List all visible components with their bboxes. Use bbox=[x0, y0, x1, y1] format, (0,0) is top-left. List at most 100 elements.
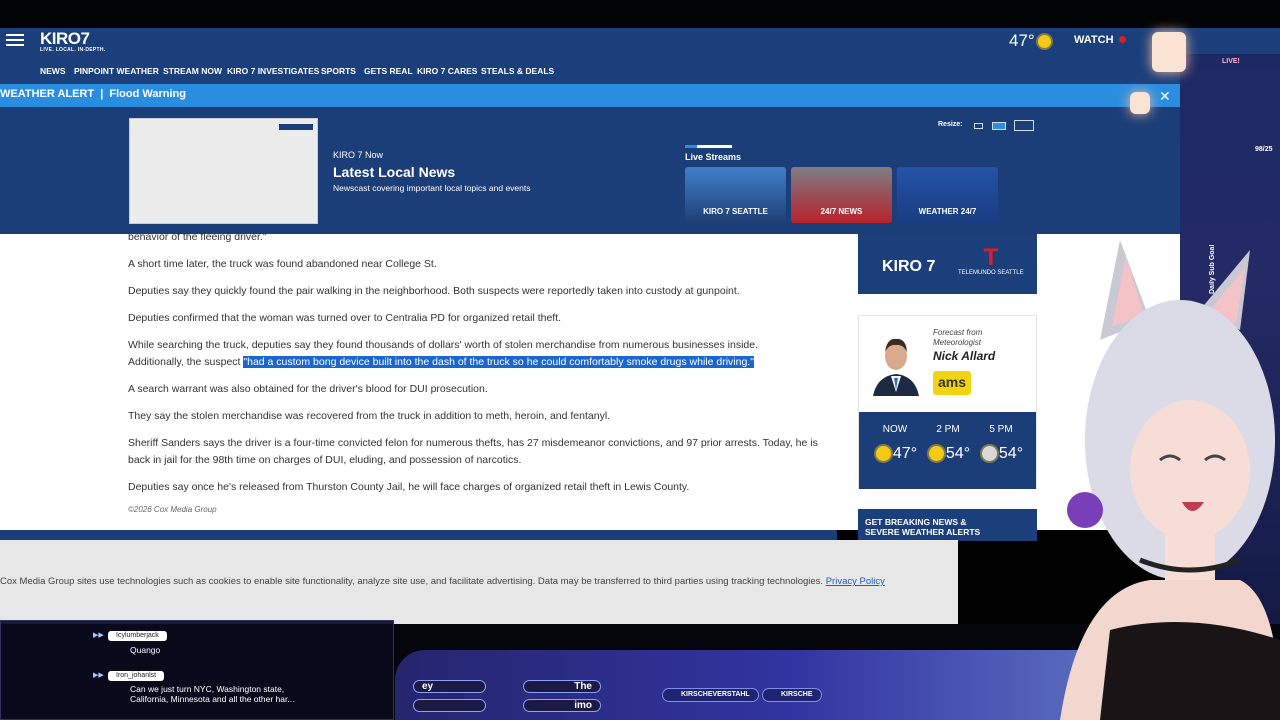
meteorologist-name: Nick Allard bbox=[933, 349, 996, 363]
chat-arrow-icon: ▶▶ bbox=[93, 672, 104, 679]
menu-icon[interactable] bbox=[6, 31, 24, 49]
article-paragraph: A search warrant was also obtained for t… bbox=[128, 383, 488, 395]
quote-lead: Additionally, the suspect bbox=[128, 356, 244, 368]
resize-large-icon[interactable] bbox=[1014, 120, 1034, 131]
logo-tagline: LIVE. LOCAL. IN-DEPTH. bbox=[40, 47, 106, 53]
site-logo[interactable]: KIRO7 LIVE. LOCAL. IN-DEPTH. bbox=[40, 29, 106, 53]
chat-message: Quango bbox=[130, 645, 161, 655]
highlighted-quote[interactable]: "had a custom bong device built into the… bbox=[243, 356, 754, 368]
nav-pinpoint-weather[interactable]: PINPOINT WEATHER bbox=[74, 66, 159, 76]
breaking-text: GET BREAKING NEWS & SEVERE WEATHER ALERT… bbox=[865, 517, 981, 537]
forecast-2pm: 2 PM 54° bbox=[920, 424, 976, 463]
weather-alert-bar[interactable]: WEATHER ALERT | Flood Warning bbox=[0, 84, 1280, 107]
forecast-temp-value: 54° bbox=[973, 445, 1029, 463]
now-title[interactable]: Latest Local News bbox=[333, 164, 455, 180]
article-paragraph: Sheriff Sanders says the driver is a fou… bbox=[128, 437, 818, 449]
stream-label: 24/7 NEWS bbox=[820, 207, 863, 216]
live-badge: LIVE! bbox=[1222, 58, 1240, 65]
footer-band bbox=[0, 530, 837, 540]
overlay-pill: ey bbox=[413, 680, 486, 693]
nav-kiro7-investigates[interactable]: KIRO 7 INVESTIGATES bbox=[227, 66, 319, 76]
social-discord: KIRSCHE bbox=[762, 688, 822, 702]
cookie-banner: Cox Media Group sites use technologies s… bbox=[0, 540, 958, 624]
sub-goal-progress: 98/25 bbox=[1255, 146, 1273, 153]
article-paragraph: They say the stolen merchandise was reco… bbox=[128, 410, 611, 422]
watch-label: WATCH bbox=[1074, 34, 1114, 46]
breaking-alerts-ad[interactable]: GET BREAKING NEWS & SEVERE WEATHER ALERT… bbox=[858, 509, 1037, 541]
forecast-temp-value: 54° bbox=[920, 445, 976, 463]
stream-label: WEATHER 24/7 bbox=[918, 207, 977, 216]
kiro-telemundo-ad[interactable]: KIRO 7 T TELEMUNDO SEATTLE bbox=[858, 234, 1037, 294]
video-thumbnail[interactable] bbox=[129, 118, 318, 224]
nav-kiro7-cares[interactable]: KIRO 7 CARES bbox=[417, 66, 477, 76]
article-paragraph: Deputies confirmed that the woman was tu… bbox=[128, 312, 562, 324]
social-twitch: KIRSCHEVERSTAHL bbox=[662, 688, 759, 702]
forecast-from: Forecast from Meteorologist bbox=[933, 328, 983, 347]
article-paragraph: A short time later, the truck was found … bbox=[128, 258, 437, 270]
resize-medium-icon[interactable] bbox=[992, 122, 1006, 130]
sun-icon bbox=[928, 446, 944, 462]
nav-gets-real[interactable]: GETS REAL bbox=[364, 66, 413, 76]
cookie-text-line: Cox Media Group sites use technologies s… bbox=[0, 576, 885, 587]
article-paragraph-quote: Additionally, the suspect "had a custom … bbox=[128, 354, 836, 371]
main-nav: NEWS PINPOINT WEATHER STREAM NOW KIRO 7 … bbox=[0, 54, 1280, 84]
ams-badge: ams bbox=[933, 371, 971, 395]
nav-sports[interactable]: SPORTS bbox=[321, 66, 356, 76]
forecast-time: 5 PM bbox=[989, 424, 1013, 435]
stream-thumb-247-news[interactable]: 24/7 NEWS bbox=[791, 167, 892, 223]
live-streams-underline bbox=[685, 145, 732, 148]
weather-card[interactable]: Forecast from Meteorologist Nick Allard … bbox=[858, 315, 1037, 489]
article-paragraph: back in jail for the 98th time on charge… bbox=[128, 454, 522, 466]
now-label: KIRO 7 Now bbox=[333, 150, 384, 160]
privacy-policy-link[interactable]: Privacy Policy bbox=[826, 576, 885, 587]
resize-small-icon[interactable] bbox=[974, 123, 983, 129]
forecast-strip: NOW 47° 2 PM 54° 5 PM 54° bbox=[859, 412, 1036, 489]
meteorologist-photo bbox=[869, 330, 923, 396]
header-temperature: 47° bbox=[1009, 31, 1035, 50]
sun-icon bbox=[875, 446, 891, 462]
ad-partner-text: TELEMUNDO SEATTLE bbox=[958, 270, 1024, 276]
forecast-temp: 47° bbox=[892, 445, 918, 462]
forecast-5pm: 5 PM 54° bbox=[973, 424, 1029, 463]
article-paragraph: Deputies say they quickly found the pair… bbox=[128, 285, 740, 297]
nav-steals-deals[interactable]: STEALS & DEALS bbox=[481, 66, 554, 76]
article-paragraph: While searching the truck, deputies say … bbox=[128, 339, 759, 351]
chat-username: Icylumberjack bbox=[108, 631, 167, 641]
logo-text: KIRO7 bbox=[40, 29, 90, 48]
overlay-pill bbox=[413, 699, 486, 712]
forecast-temp: 54° bbox=[945, 445, 971, 462]
ad-logo: KIRO 7 bbox=[882, 258, 936, 275]
stream-thumb-weather[interactable]: WEATHER 24/7 bbox=[897, 167, 998, 223]
video-badge bbox=[279, 124, 313, 130]
live-dot-icon bbox=[1118, 36, 1126, 43]
stream-label: KIRO 7 SEATTLE bbox=[703, 207, 768, 216]
forecast-now: NOW 47° bbox=[867, 424, 923, 463]
overlay-pill: imo bbox=[523, 699, 601, 712]
header-weather[interactable]: 47° bbox=[1009, 31, 1051, 51]
partly-cloudy-icon bbox=[981, 446, 997, 462]
screen-top-strip bbox=[0, 0, 1280, 28]
close-player-icon[interactable]: ✕ bbox=[1159, 88, 1171, 105]
cookie-text: Cox Media Group sites use technologies s… bbox=[0, 576, 824, 587]
forecast-temp: 54° bbox=[998, 445, 1024, 462]
resize-label: Resize: bbox=[938, 121, 963, 128]
overlay-pill: The bbox=[523, 680, 601, 693]
alert-text: WEATHER ALERT | Flood Warning bbox=[0, 88, 186, 100]
nav-stream-now[interactable]: STREAM NOW bbox=[163, 66, 222, 76]
now-description: Newscast covering important local topics… bbox=[333, 183, 531, 193]
chat-message: Can we just turn NYC, Washington state, … bbox=[130, 684, 295, 704]
nav-news[interactable]: NEWS bbox=[40, 66, 66, 76]
copyright: ©2026 Cox Media Group bbox=[128, 505, 217, 514]
sun-icon bbox=[1037, 35, 1051, 49]
lantern-decoration bbox=[1152, 32, 1186, 72]
live-streams-label: Live Streams bbox=[685, 152, 742, 162]
watch-button[interactable]: WATCH bbox=[1074, 34, 1126, 46]
chat-username: Iron_johanlst bbox=[108, 671, 165, 681]
ad-partner: T TELEMUNDO SEATTLE bbox=[958, 244, 1024, 277]
article-paragraph: behavior of the fleeing driver." bbox=[128, 231, 267, 243]
forecast-temp-value: 47° bbox=[867, 445, 923, 463]
chat-overlay: ▶▶ Icylumberjack Quango ▶▶ Iron_johanlst… bbox=[0, 620, 394, 720]
article-paragraph: Deputies say once he's released from Thu… bbox=[128, 481, 690, 493]
stream-thumb-kiro7[interactable]: KIRO 7 SEATTLE bbox=[685, 167, 786, 223]
vtuber-avatar bbox=[1060, 240, 1280, 720]
